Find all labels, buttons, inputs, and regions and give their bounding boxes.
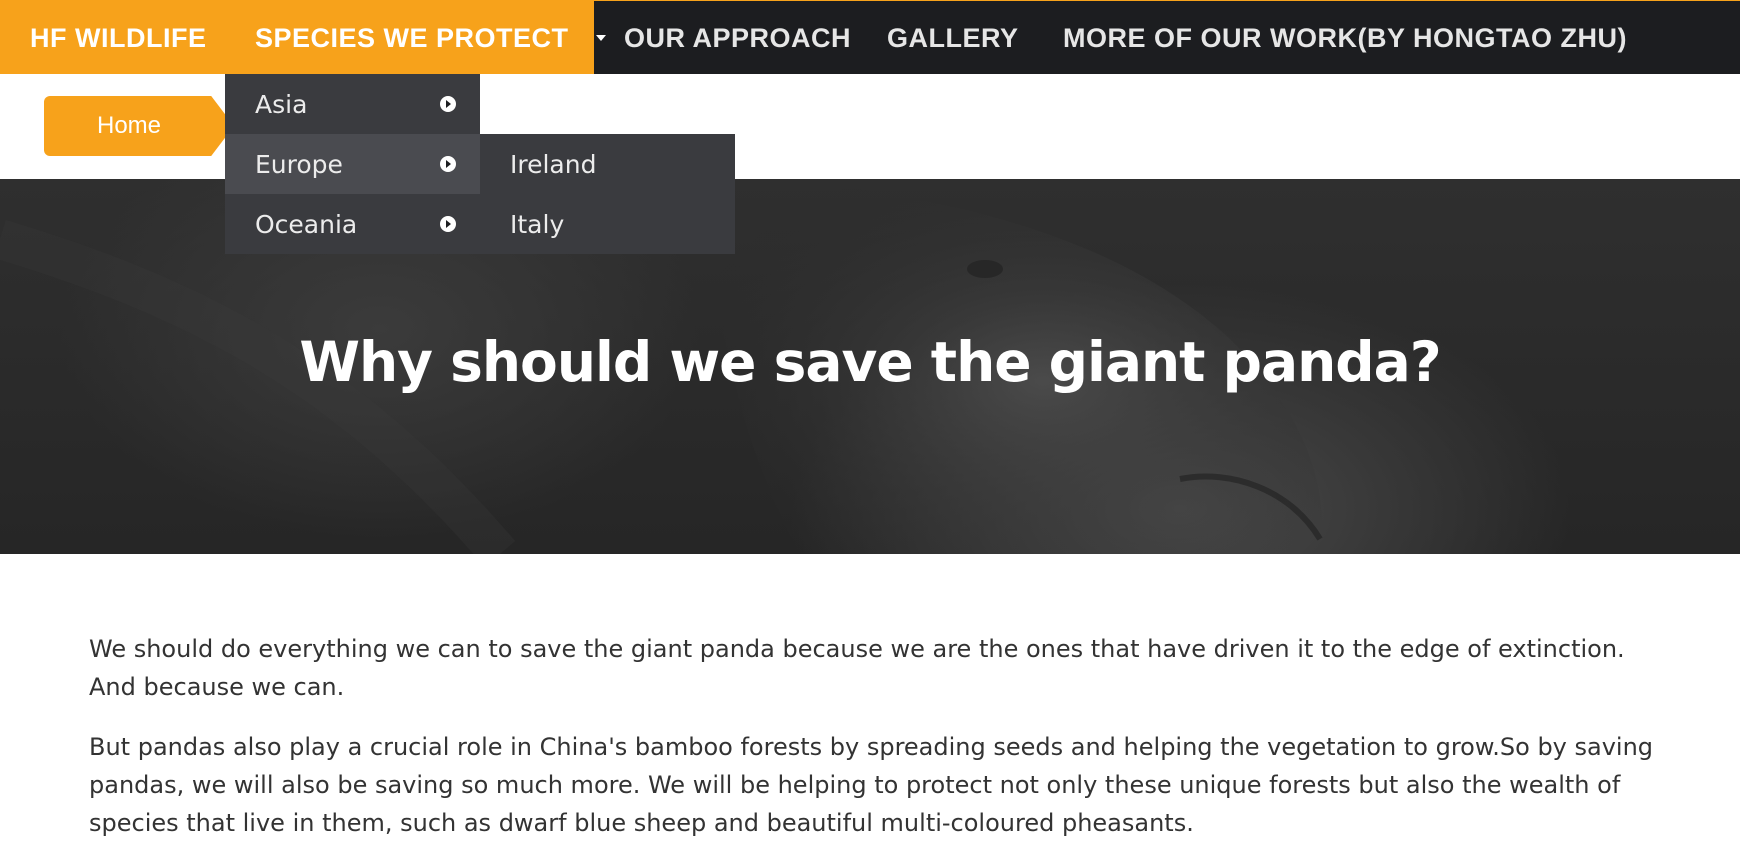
top-navbar: HF WILDLIFE SPECIES WE PROTECT OUR APPRO… — [0, 0, 1740, 75]
dropdown-item-label: Asia — [255, 89, 308, 119]
nav-more-work-link[interactable]: MORE OF OUR WORK(BY HONGTAO ZHU) — [1033, 1, 1657, 75]
dropdown-item-asia[interactable]: Asia — [225, 74, 480, 134]
chevron-right-circle-icon — [440, 96, 456, 112]
nav-approach-label: OUR APPROACH — [624, 22, 852, 53]
article-body: We should do everything we can to save t… — [89, 630, 1669, 864]
submenu-item-ireland[interactable]: Ireland — [480, 134, 735, 194]
dropdown-item-label: Oceania — [255, 209, 358, 239]
nav-species-dropdown[interactable]: SPECIES WE PROTECT — [225, 1, 606, 75]
article-paragraph: But pandas also play a crucial role in C… — [89, 733, 1654, 837]
nav-brand-link[interactable]: HF WILDLIFE — [0, 1, 225, 75]
submenu-item-italy[interactable]: Italy — [480, 194, 735, 254]
nav-brand-label: HF WILDLIFE — [30, 22, 207, 53]
nav-gallery-link[interactable]: GALLERY — [857, 1, 1049, 75]
nav-approach-link[interactable]: OUR APPROACH — [594, 1, 881, 75]
dropdown-item-oceania[interactable]: Oceania — [225, 194, 480, 254]
nav-species-label: SPECIES WE PROTECT — [255, 22, 569, 53]
nav-gallery-label: GALLERY — [887, 22, 1019, 53]
dropdown-item-label: Europe — [255, 149, 343, 179]
chevron-right-circle-icon — [440, 156, 456, 172]
species-dropdown-menu: Asia Europe Oceania — [225, 74, 480, 254]
breadcrumb-home-label: Home — [96, 112, 162, 139]
dropdown-item-europe[interactable]: Europe — [225, 134, 480, 194]
nav-more-label: MORE OF OUR WORK(BY HONGTAO ZHU) — [1063, 22, 1627, 53]
breadcrumb-home-link[interactable]: Home — [44, 96, 234, 156]
article-paragraph: We should do everything we can to save t… — [89, 635, 1625, 701]
europe-submenu: Ireland Italy — [480, 134, 735, 254]
chevron-right-circle-icon — [440, 216, 456, 232]
